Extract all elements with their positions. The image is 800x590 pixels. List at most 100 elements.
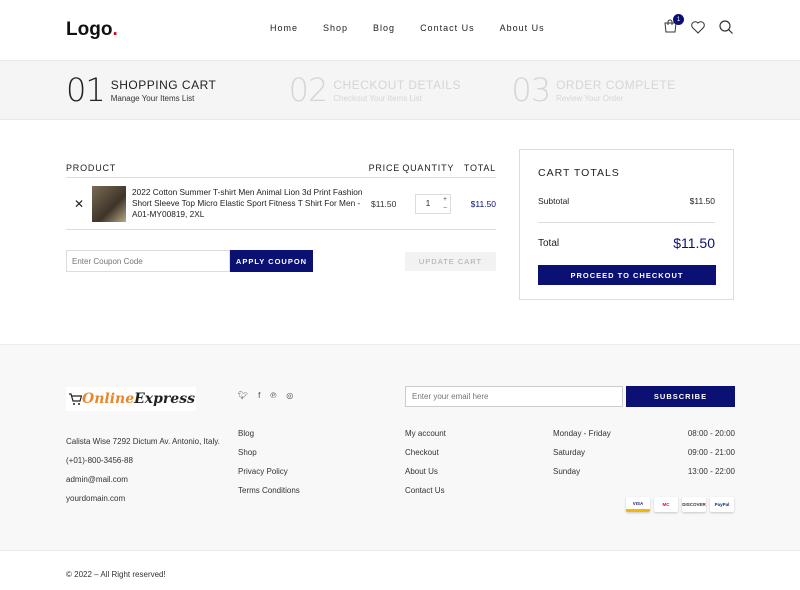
- instagram-icon[interactable]: ◎: [286, 391, 293, 400]
- footer-link-shop[interactable]: Shop: [238, 448, 300, 457]
- header-total: TOTAL: [463, 162, 496, 173]
- heart-icon[interactable]: [690, 19, 706, 35]
- step-number: 02: [288, 71, 329, 109]
- step-title: CHECKOUT DETAILS: [333, 77, 461, 92]
- social-links: 🐦︎ f ℗ ◎: [238, 391, 293, 400]
- discover-card-icon: DISCOVER: [682, 497, 706, 512]
- remove-item-button[interactable]: ✕: [66, 197, 92, 211]
- product-image[interactable]: [92, 185, 126, 222]
- hours-row: Sunday 13:00 - 22:00: [553, 467, 735, 476]
- product-total: $11.50: [470, 198, 496, 209]
- step-number: 01: [66, 71, 106, 109]
- cart-count-badge: 1: [673, 14, 684, 25]
- cart-table: PRODUCT PRICE QUANTITY TOTAL ✕ 2022 Cott…: [66, 158, 496, 230]
- site-logo[interactable]: Logo.: [66, 19, 118, 41]
- step-subtitle: Review Your Order: [556, 93, 624, 103]
- step-subtitle: Checkout Your Items List: [333, 93, 422, 103]
- brand-online-text: Online: [82, 391, 135, 407]
- total-label: Total: [538, 237, 560, 249]
- hours-row: Saturday 09:00 - 21:00: [553, 448, 735, 457]
- cart-table-header: PRODUCT PRICE QUANTITY TOTAL: [66, 158, 496, 178]
- site-footer: OnlineExpress 🐦︎ f ℗ ◎ Calista Wise 7292…: [0, 344, 800, 590]
- search-icon[interactable]: [718, 19, 734, 35]
- site-header: Logo. Home Shop Blog Contact Us About Us…: [0, 0, 800, 60]
- header-product: PRODUCT: [66, 162, 117, 173]
- footer-link-privacy[interactable]: Privacy Policy: [238, 467, 300, 476]
- nav-blog[interactable]: Blog: [373, 23, 395, 33]
- hours-time: 09:00 - 21:00: [687, 448, 735, 457]
- cart-icon[interactable]: 1: [662, 14, 684, 35]
- footer-address: Calista Wise 7292 Dictum Av. Antonio, It…: [66, 437, 220, 446]
- footer-domain[interactable]: yourdomain.com: [66, 494, 220, 503]
- twitter-icon[interactable]: 🐦︎: [238, 391, 248, 400]
- facebook-icon[interactable]: f: [258, 391, 260, 400]
- logo-dot: .: [112, 19, 118, 40]
- nav-contact-us[interactable]: Contact Us: [420, 23, 475, 33]
- nav-about-us[interactable]: About Us: [500, 23, 545, 33]
- coupon-row: APPLY COUPON UPDATE CART: [66, 250, 496, 272]
- product-name[interactable]: 2022 Cotton Summer T-shirt Men Animal Li…: [132, 187, 371, 220]
- main-nav: Home Shop Blog Contact Us About Us: [270, 23, 570, 33]
- footer-links-2: My account Checkout About Us Contact Us: [405, 429, 446, 505]
- hours-time: 08:00 - 20:00: [687, 429, 735, 438]
- copyright-text: © 2022 – All Right reserved!: [66, 570, 166, 579]
- total-row: Total $11.50: [538, 235, 715, 251]
- subscribe-button[interactable]: SUBSCRIBE: [626, 386, 735, 407]
- footer-logo[interactable]: OnlineExpress: [66, 387, 196, 411]
- quantity-value[interactable]: 1: [416, 199, 440, 208]
- nav-home[interactable]: Home: [270, 23, 298, 33]
- newsletter-email-input[interactable]: [405, 386, 623, 407]
- nav-shop[interactable]: Shop: [323, 23, 348, 33]
- header-icons: 1: [662, 14, 734, 35]
- brand-express-text: Express: [134, 391, 195, 407]
- cart-area: PRODUCT PRICE QUANTITY TOTAL ✕ 2022 Cott…: [0, 120, 800, 344]
- cart-totals-panel: CART TOTALS Subtotal $11.50 Total $11.50…: [519, 149, 734, 300]
- apply-coupon-button[interactable]: APPLY COUPON: [230, 250, 313, 272]
- table-row: ✕ 2022 Cotton Summer T-shirt Men Animal …: [66, 178, 496, 230]
- footer-link-blog[interactable]: Blog: [238, 429, 300, 438]
- checkout-steps: 01 SHOPPING CART Manage Your Items List 0…: [0, 60, 800, 120]
- subtotal-label: Subtotal: [538, 196, 570, 206]
- logo-text: Logo: [66, 19, 113, 40]
- footer-links-1: Blog Shop Privacy Policy Terms Condition…: [238, 429, 300, 505]
- subtotal-row: Subtotal $11.50: [538, 196, 715, 223]
- payment-cards: VISA MC DISCOVER PayPal: [626, 497, 734, 512]
- total-value: $11.50: [673, 235, 715, 251]
- hours-day: Monday - Friday: [553, 429, 611, 438]
- product-price: $11.50: [371, 198, 397, 209]
- footer-link-about[interactable]: About Us: [405, 467, 446, 476]
- footer-link-terms[interactable]: Terms Conditions: [238, 486, 300, 495]
- footer-link-contact[interactable]: Contact Us: [405, 486, 446, 495]
- proceed-to-checkout-button[interactable]: PROCEED TO CHECKOUT: [538, 265, 716, 285]
- mastercard-icon: MC: [654, 497, 678, 512]
- paypal-icon: PayPal: [710, 497, 734, 512]
- header-price: PRICE: [368, 162, 401, 173]
- footer-contact: Calista Wise 7292 Dictum Av. Antonio, It…: [66, 437, 220, 513]
- footer-phone: (+01)-800-3456-88: [66, 456, 133, 465]
- pinterest-icon[interactable]: ℗: [270, 391, 276, 400]
- step-number: 03: [511, 71, 551, 109]
- step-title: ORDER COMPLETE: [556, 77, 676, 92]
- footer-email[interactable]: admin@mail.com: [66, 475, 220, 484]
- copyright-bar: © 2022 – All Right reserved!: [0, 550, 800, 590]
- step-subtitle: Manage Your Items List: [110, 93, 195, 103]
- header-quantity: QUANTITY: [402, 162, 455, 173]
- footer-link-account[interactable]: My account: [405, 429, 446, 438]
- hours-time: 13:00 - 22:00: [687, 467, 735, 476]
- step-shopping-cart: 01 SHOPPING CART Manage Your Items List: [66, 71, 289, 109]
- quantity-stepper[interactable]: 1 + −: [415, 193, 451, 214]
- cart-totals-title: CART TOTALS: [538, 167, 620, 179]
- hours-day: Sunday: [553, 467, 581, 476]
- subtotal-value: $11.50: [689, 196, 715, 206]
- quantity-buttons: + −: [440, 195, 450, 213]
- quantity-decrease-button[interactable]: −: [440, 204, 450, 213]
- update-cart-button[interactable]: UPDATE CART: [405, 251, 496, 271]
- opening-hours: Monday - Friday 08:00 - 20:00 Saturday 09:…: [553, 429, 735, 486]
- step-checkout-details: 02 CHECKOUT DETAILS Checkout Your Items L…: [289, 71, 512, 109]
- footer-link-checkout[interactable]: Checkout: [405, 448, 446, 457]
- coupon-input[interactable]: [66, 250, 230, 272]
- hours-row: Monday - Friday 08:00 - 20:00: [553, 429, 735, 438]
- visa-card-icon: VISA: [626, 497, 650, 512]
- quantity-increase-button[interactable]: +: [440, 195, 450, 204]
- shopping-cart-icon: [69, 393, 82, 405]
